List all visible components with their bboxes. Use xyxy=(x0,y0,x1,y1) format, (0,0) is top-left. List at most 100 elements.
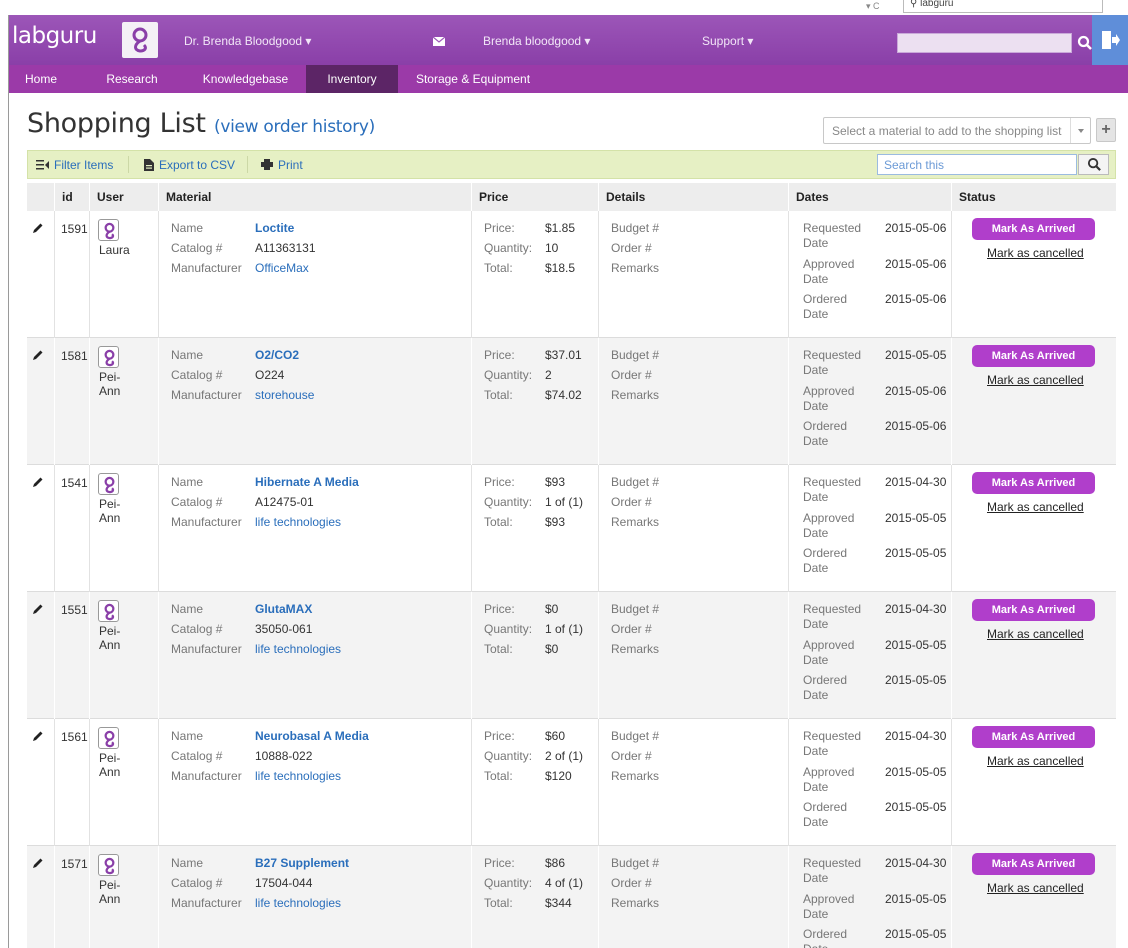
logout-button[interactable] xyxy=(1092,15,1128,65)
logo-mark-icon[interactable] xyxy=(122,22,158,58)
mark-arrived-button[interactable]: Mark As Arrived xyxy=(972,726,1095,748)
mail-icon[interactable] xyxy=(433,37,445,46)
nav-research[interactable]: Research xyxy=(88,65,176,93)
mark-cancelled-link[interactable]: Mark as cancelled xyxy=(987,754,1084,768)
col-status[interactable]: Status xyxy=(953,183,996,211)
user-name: Pei-Ann xyxy=(99,624,121,652)
total-label: Total: xyxy=(484,896,513,910)
mark-cancelled-link[interactable]: Mark as cancelled xyxy=(987,627,1084,641)
catalog-number: A12475-01 xyxy=(255,495,314,509)
order-history-link[interactable]: (view order history) xyxy=(214,117,375,137)
nav-storage-equipment[interactable]: Storage & Equipment xyxy=(413,65,533,93)
col-details[interactable]: Details xyxy=(600,183,645,211)
team-menu[interactable]: Brenda bloodgood ▾ xyxy=(483,34,590,48)
nav-inventory[interactable]: Inventory xyxy=(306,65,398,93)
chevron-down-icon[interactable] xyxy=(1070,118,1090,143)
add-material-select[interactable]: Select a material to add to the shopping… xyxy=(823,117,1091,144)
row-id[interactable]: 1591 xyxy=(61,222,88,236)
mark-arrived-button[interactable]: Mark As Arrived xyxy=(972,472,1095,494)
order-label: Order # xyxy=(611,749,652,763)
mark-arrived-button[interactable]: Mark As Arrived xyxy=(972,599,1095,621)
avatar[interactable] xyxy=(98,473,119,495)
mark-arrived-button[interactable]: Mark As Arrived xyxy=(972,853,1095,875)
add-plus-button[interactable]: + xyxy=(1096,118,1116,142)
material-name-link[interactable]: B27 Supplement xyxy=(255,856,349,870)
print-button[interactable]: Print xyxy=(278,158,303,172)
price-value: $0 xyxy=(545,602,559,616)
material-name-link[interactable]: Neurobasal A Media xyxy=(255,729,369,743)
manufacturer-link[interactable]: life technologies xyxy=(255,896,341,910)
logo[interactable]: labguru xyxy=(12,23,97,49)
material-name-link[interactable]: O2/CO2 xyxy=(255,348,299,362)
column-divider xyxy=(158,846,159,948)
approved-date: 2015-05-05 xyxy=(885,638,947,652)
quantity-label: Quantity: xyxy=(484,622,533,636)
avatar[interactable] xyxy=(98,854,119,876)
material-name-link[interactable]: GlutaMAX xyxy=(255,602,312,616)
budget-label: Budget # xyxy=(611,348,660,362)
manufacturer-link[interactable]: OfficeMax xyxy=(255,261,309,275)
support-menu[interactable]: Support ▾ xyxy=(702,34,753,48)
nav-knowledgebase[interactable]: Knowledgebase xyxy=(189,65,302,93)
row-id[interactable]: 1551 xyxy=(61,603,88,617)
manufacturer-link[interactable]: life technologies xyxy=(255,642,341,656)
list-toolbar: Filter Items Export to CSV Print Search … xyxy=(27,150,1116,179)
edit-pencil-icon[interactable] xyxy=(32,730,44,742)
order-label: Order # xyxy=(611,876,652,890)
mark-arrived-button[interactable]: Mark As Arrived xyxy=(972,218,1095,240)
global-search-input[interactable] xyxy=(897,33,1072,53)
price-label: Price: xyxy=(484,856,515,870)
edit-pencil-icon[interactable] xyxy=(32,222,44,234)
row-id[interactable]: 1561 xyxy=(61,730,88,744)
header-divider xyxy=(89,183,90,211)
avatar[interactable] xyxy=(98,727,119,749)
mark-cancelled-link[interactable]: Mark as cancelled xyxy=(987,246,1084,260)
quantity-label: Quantity: xyxy=(484,749,533,763)
ordered-date: 2015-05-06 xyxy=(885,292,947,306)
total-value: $120 xyxy=(545,769,572,783)
col-price[interactable]: Price xyxy=(473,183,508,211)
price-label: Price: xyxy=(484,602,515,616)
quantity-value: 2 of (1) xyxy=(545,749,584,763)
manufacturer-link[interactable]: storehouse xyxy=(255,388,314,402)
filter-items-button[interactable]: Filter Items xyxy=(54,158,113,172)
nav-home[interactable]: Home xyxy=(9,65,73,93)
search-icon[interactable] xyxy=(1077,35,1093,51)
manufacturer-link[interactable]: life technologies xyxy=(255,515,341,529)
mark-cancelled-link[interactable]: Mark as cancelled xyxy=(987,500,1084,514)
avatar[interactable] xyxy=(98,600,119,622)
edit-pencil-icon[interactable] xyxy=(32,476,44,488)
edit-pencil-icon[interactable] xyxy=(32,603,44,615)
column-divider xyxy=(54,846,55,948)
row-id[interactable]: 1541 xyxy=(61,476,88,490)
user-menu[interactable]: Dr. Brenda Bloodgood ▾ xyxy=(184,34,311,48)
edit-pencil-icon[interactable] xyxy=(32,857,44,869)
total-value: $74.02 xyxy=(545,388,582,402)
export-csv-button[interactable]: Export to CSV xyxy=(159,158,235,172)
material-name-link[interactable]: Loctite xyxy=(255,221,294,235)
col-dates[interactable]: Dates xyxy=(790,183,829,211)
mark-cancelled-link[interactable]: Mark as cancelled xyxy=(987,881,1084,895)
col-user[interactable]: User xyxy=(91,183,124,211)
remarks-label: Remarks xyxy=(611,769,660,783)
mark-arrived-button[interactable]: Mark As Arrived xyxy=(972,345,1095,367)
mark-cancelled-link[interactable]: Mark as cancelled xyxy=(987,373,1084,387)
avatar[interactable] xyxy=(98,346,119,368)
col-material[interactable]: Material xyxy=(160,183,211,211)
table-search-input[interactable]: Search this xyxy=(877,154,1077,175)
browser-search-field[interactable]: ⚲ labguru xyxy=(903,0,1103,13)
manufacturer-link[interactable]: life technologies xyxy=(255,769,341,783)
row-id[interactable]: 1581 xyxy=(61,349,88,363)
col-id[interactable]: id xyxy=(56,183,73,211)
edit-pencil-icon[interactable] xyxy=(32,349,44,361)
quantity-label: Quantity: xyxy=(484,241,533,255)
column-divider xyxy=(158,465,159,592)
table-search-button[interactable] xyxy=(1078,154,1109,175)
browser-nav-icon[interactable]: ▾ C xyxy=(866,0,880,12)
total-label: Total: xyxy=(484,515,513,529)
quantity-value: 4 of (1) xyxy=(545,876,584,890)
avatar[interactable] xyxy=(98,219,119,241)
row-id[interactable]: 1571 xyxy=(61,857,88,871)
material-name-link[interactable]: Hibernate A Media xyxy=(255,475,359,489)
table-row: 1561 Pei-Ann Name Catalog # Manufacturer… xyxy=(27,719,1116,846)
